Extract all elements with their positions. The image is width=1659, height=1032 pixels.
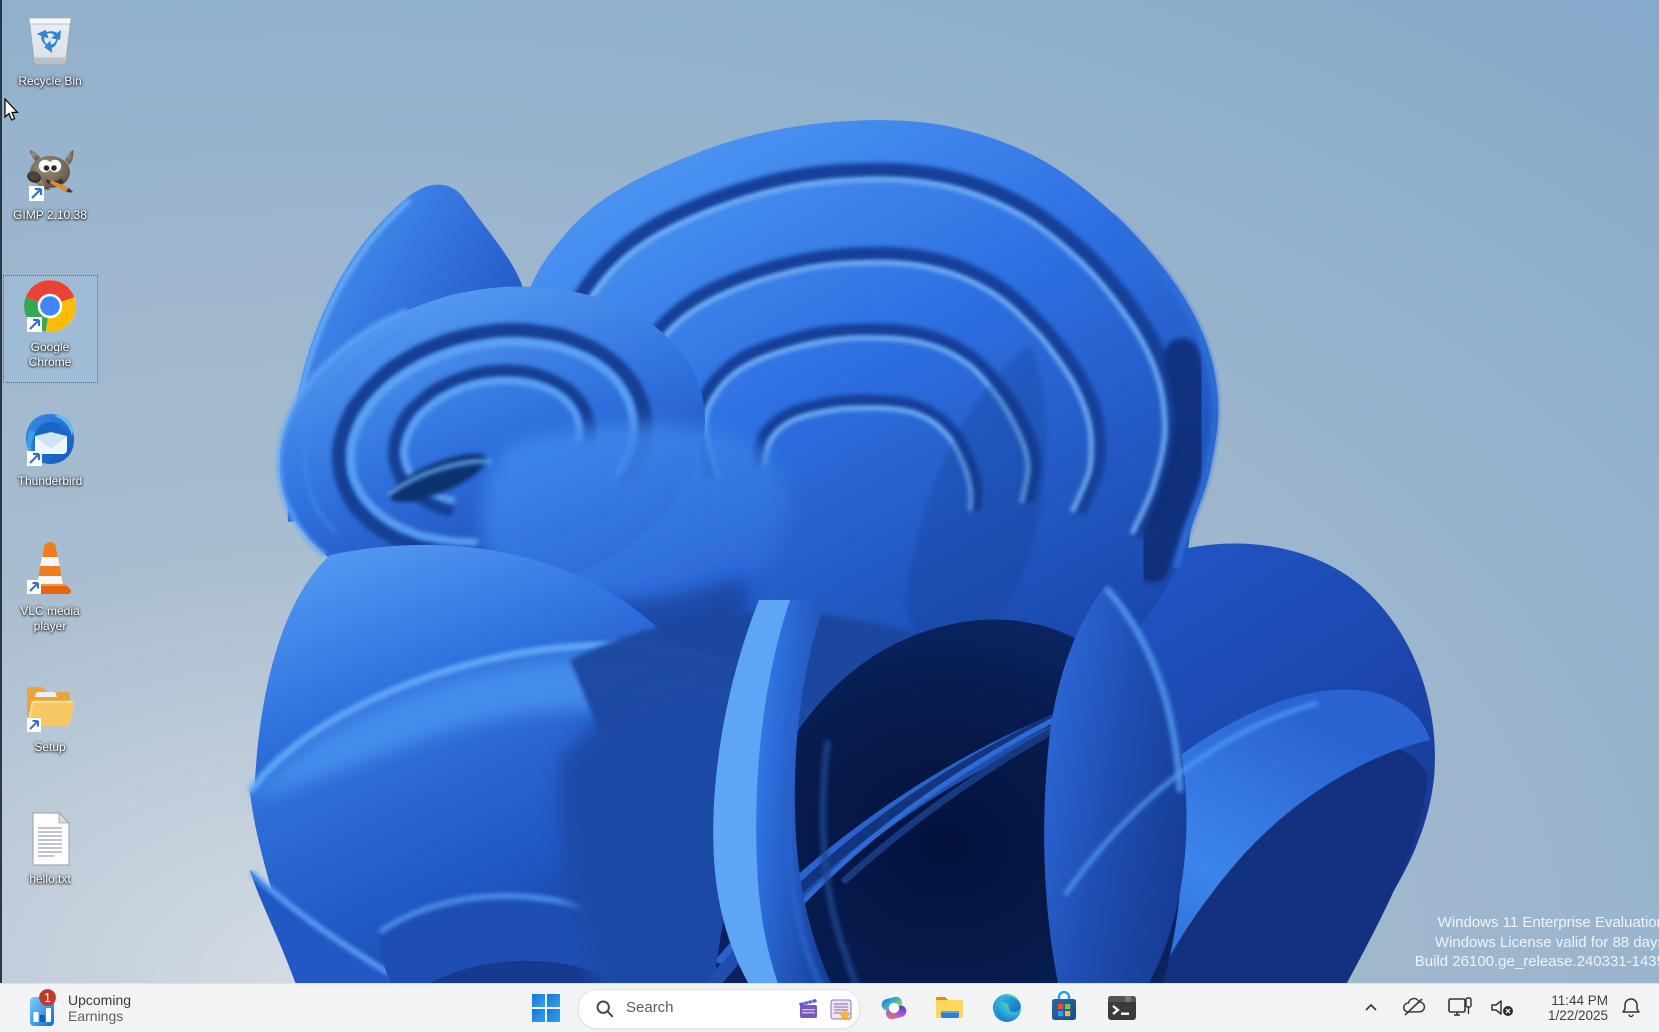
svg-text:1: 1 [44, 990, 51, 1004]
